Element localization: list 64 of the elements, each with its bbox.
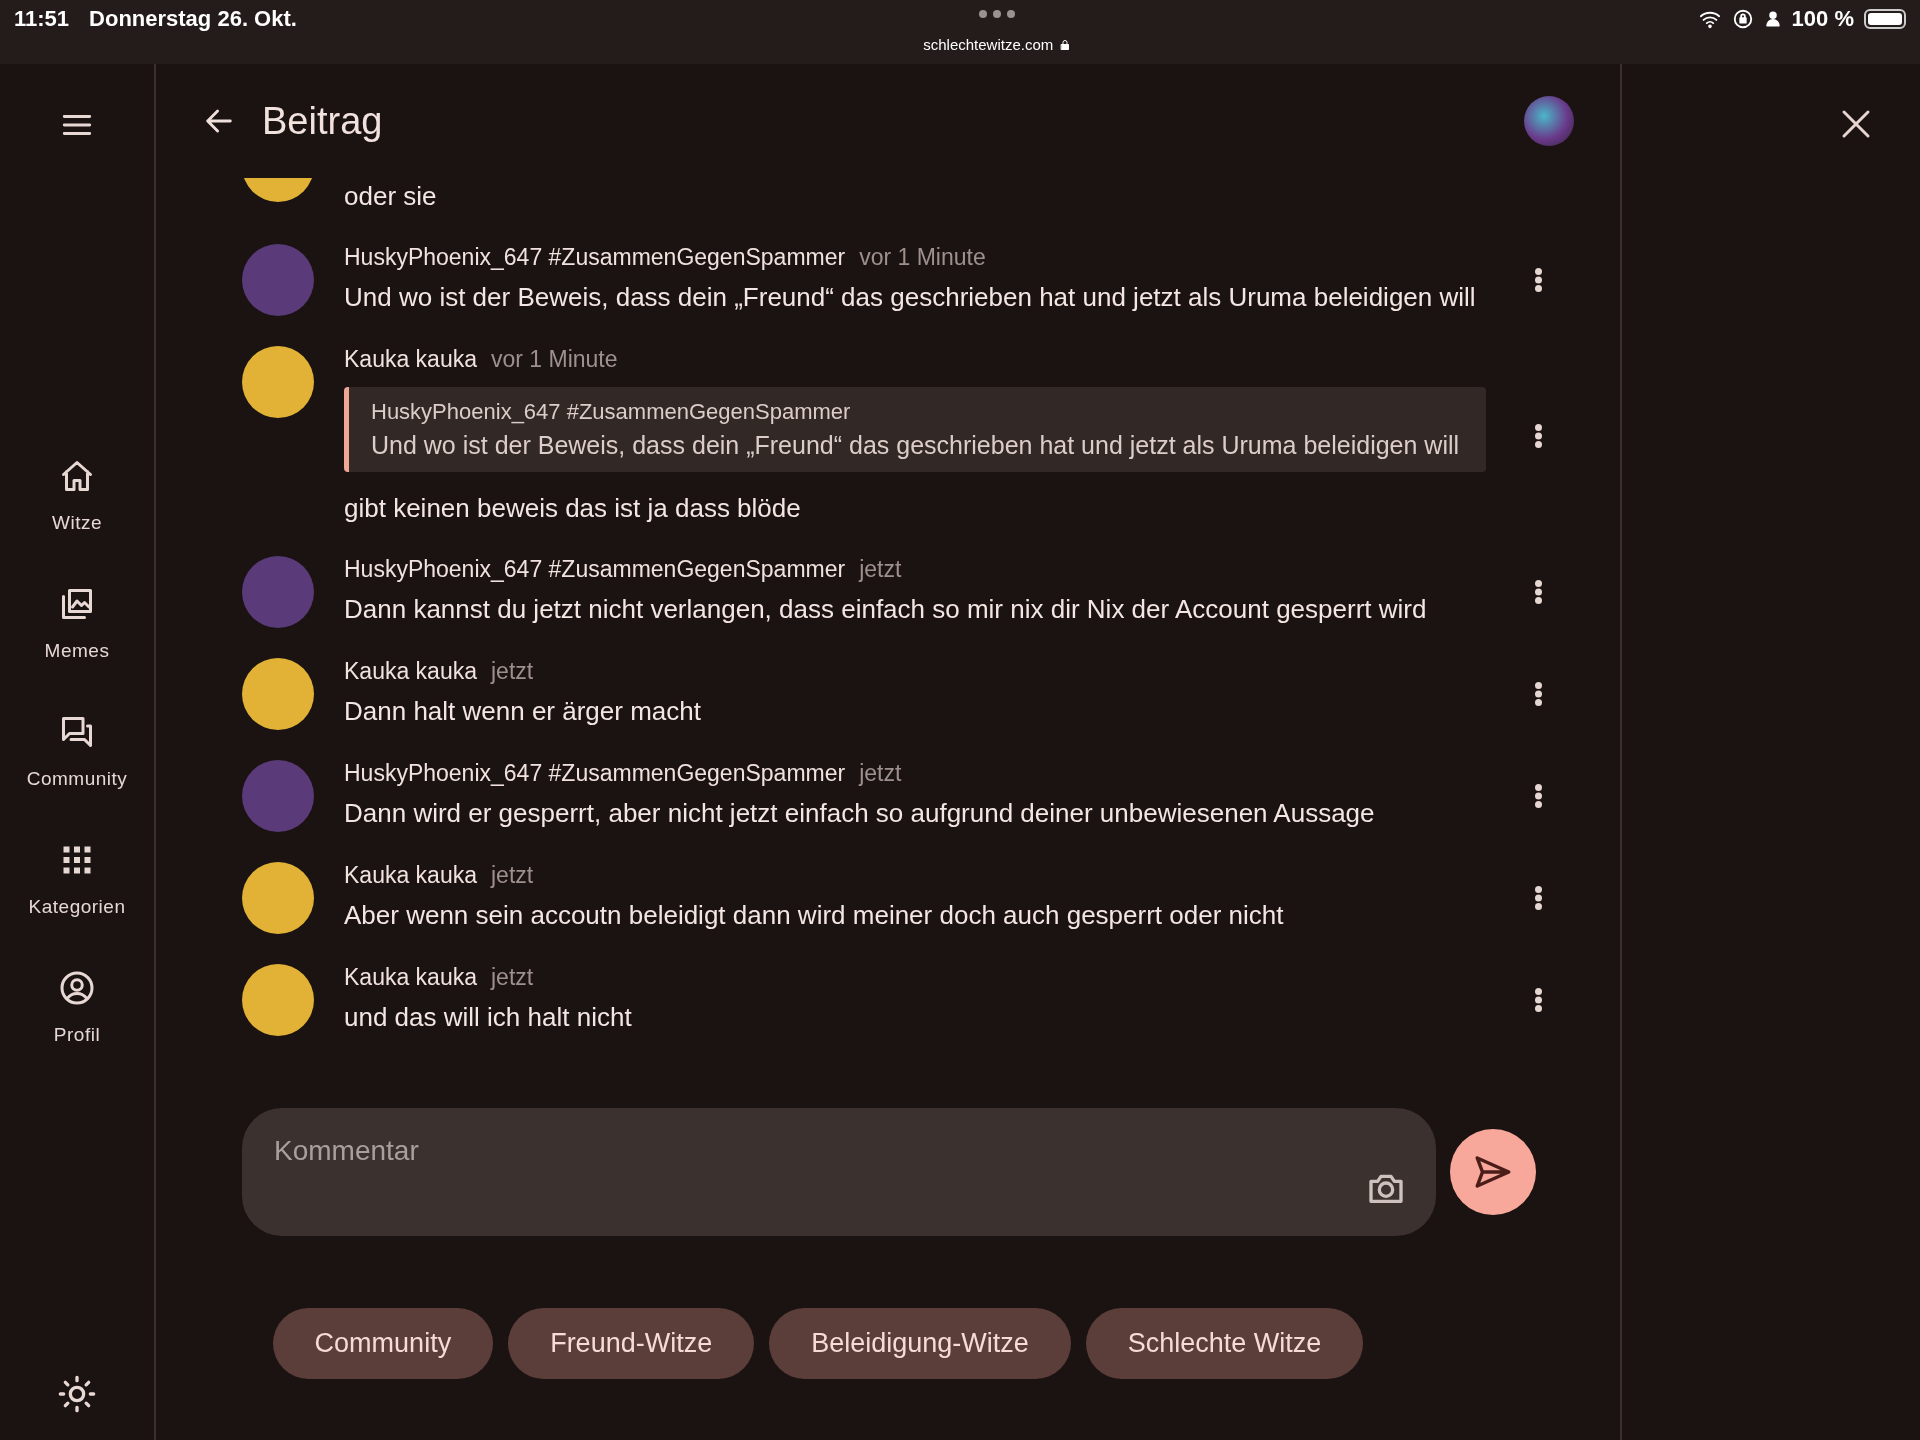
- comment-text: und das will ich halt nicht: [344, 1001, 633, 1034]
- kebab-icon: [1534, 580, 1542, 604]
- battery-percent: 100 %: [1791, 6, 1854, 32]
- clock-time: 11:51: [14, 6, 70, 32]
- comment-text: gibt keinen beweis das ist ja dass blöde: [344, 492, 802, 525]
- comment-time: jetzt: [859, 556, 902, 583]
- more-options-button[interactable]: [1534, 886, 1542, 910]
- kebab-icon: [1534, 886, 1542, 910]
- user-avatar[interactable]: [1524, 96, 1574, 146]
- comment-author[interactable]: HuskyPhoenix_647 #ZusammenGegenSpammer: [344, 556, 846, 583]
- more-options-button[interactable]: [1534, 268, 1542, 292]
- comment-field[interactable]: Kommentar: [242, 1108, 1436, 1236]
- quote-text: Und wo ist der Beweis, dass dein „Freund“ das geschrieben hat und jetzt als Uruma beleidigen will: [371, 431, 1461, 460]
- chat-icon: [59, 714, 95, 750]
- lock-icon: [1059, 37, 1072, 52]
- nav-item[interactable]: Community: [7, 714, 147, 842]
- comment-author[interactable]: Kauka kauka: [344, 862, 477, 889]
- more-options-button[interactable]: [1534, 424, 1542, 448]
- page-url[interactable]: schlechtewitze.com: [923, 36, 1054, 53]
- kebab-icon: [1534, 424, 1542, 448]
- tag-chip[interactable]: Freund-Witze: [508, 1308, 755, 1379]
- comment-time: jetzt: [491, 964, 534, 991]
- page-title: Beitrag: [262, 99, 384, 143]
- nav-item[interactable]: Profil: [7, 970, 147, 1098]
- comment-author[interactable]: HuskyPhoenix_647 #ZusammenGegenSpammer: [344, 760, 846, 787]
- home-icon: [59, 458, 95, 494]
- more-options-button[interactable]: [1534, 988, 1542, 1012]
- comment-text: Aber wenn sein accoutn beleidigt dann wird meiner doch auch gesperrt oder nicht: [344, 899, 1285, 932]
- comment-input[interactable]: Kommentar: [272, 1134, 1366, 1168]
- nav-item[interactable]: Memes: [7, 586, 147, 714]
- comment-time: vor 1 Minute: [491, 346, 618, 373]
- comment-time: jetzt: [859, 760, 902, 787]
- comment-text: oder sie: [344, 180, 438, 213]
- comment-text: Und wo ist der Beweis, dass dein „Freund“ das geschrieben hat und jetzt als Uruma beleidigen will: [344, 281, 1477, 314]
- tag-chip[interactable]: Beleidigung-Witze: [769, 1308, 1071, 1379]
- rotation-lock-icon: [1731, 8, 1754, 30]
- tag-chip[interactable]: Community: [272, 1308, 494, 1379]
- comment-text: Dann halt wenn er ärger macht: [344, 695, 702, 728]
- kebab-icon: [1534, 268, 1542, 292]
- comment-text: Dann kannst du jetzt nicht verlangen, dass einfach so mir nix dir Nix der Account gesperrt wird: [344, 593, 1428, 626]
- kebab-icon: [1534, 988, 1542, 1012]
- status-date: Donnerstag 26. Okt.: [89, 6, 297, 32]
- kebab-icon: [1534, 682, 1542, 706]
- comment-author[interactable]: HuskyPhoenix_647 #ZusammenGegenSpammer: [344, 244, 846, 271]
- comment-author[interactable]: Kauka kauka: [344, 964, 477, 991]
- profile-icon: [59, 970, 95, 1006]
- quote-author: HuskyPhoenix_647 #ZusammenGegenSpammer: [371, 399, 852, 425]
- comment-time: jetzt: [491, 658, 534, 685]
- comment-time: vor 1 Minute: [859, 244, 986, 271]
- more-dots-icon[interactable]: [979, 10, 1016, 18]
- comment-text: Dann wird er gesperrt, aber nicht jetzt einfach so aufgrund deiner unbewiesenen Aussage: [344, 797, 1376, 830]
- images-icon: [59, 586, 95, 622]
- more-options-button[interactable]: [1534, 682, 1542, 706]
- comment-time: jetzt: [491, 862, 534, 889]
- kebab-icon: [1534, 784, 1542, 808]
- more-options-button[interactable]: [1534, 784, 1542, 808]
- battery-icon: [1864, 9, 1906, 29]
- more-options-button[interactable]: [1534, 580, 1542, 604]
- comment-author[interactable]: Kauka kauka: [344, 658, 477, 685]
- nav-item[interactable]: Witze: [7, 458, 147, 586]
- tag-chip[interactable]: Schlechte Witze: [1085, 1308, 1364, 1379]
- sun-icon[interactable]: [57, 1374, 97, 1414]
- nav-item[interactable]: Kategorien: [7, 842, 147, 970]
- comment-author[interactable]: Kauka kauka: [344, 346, 477, 373]
